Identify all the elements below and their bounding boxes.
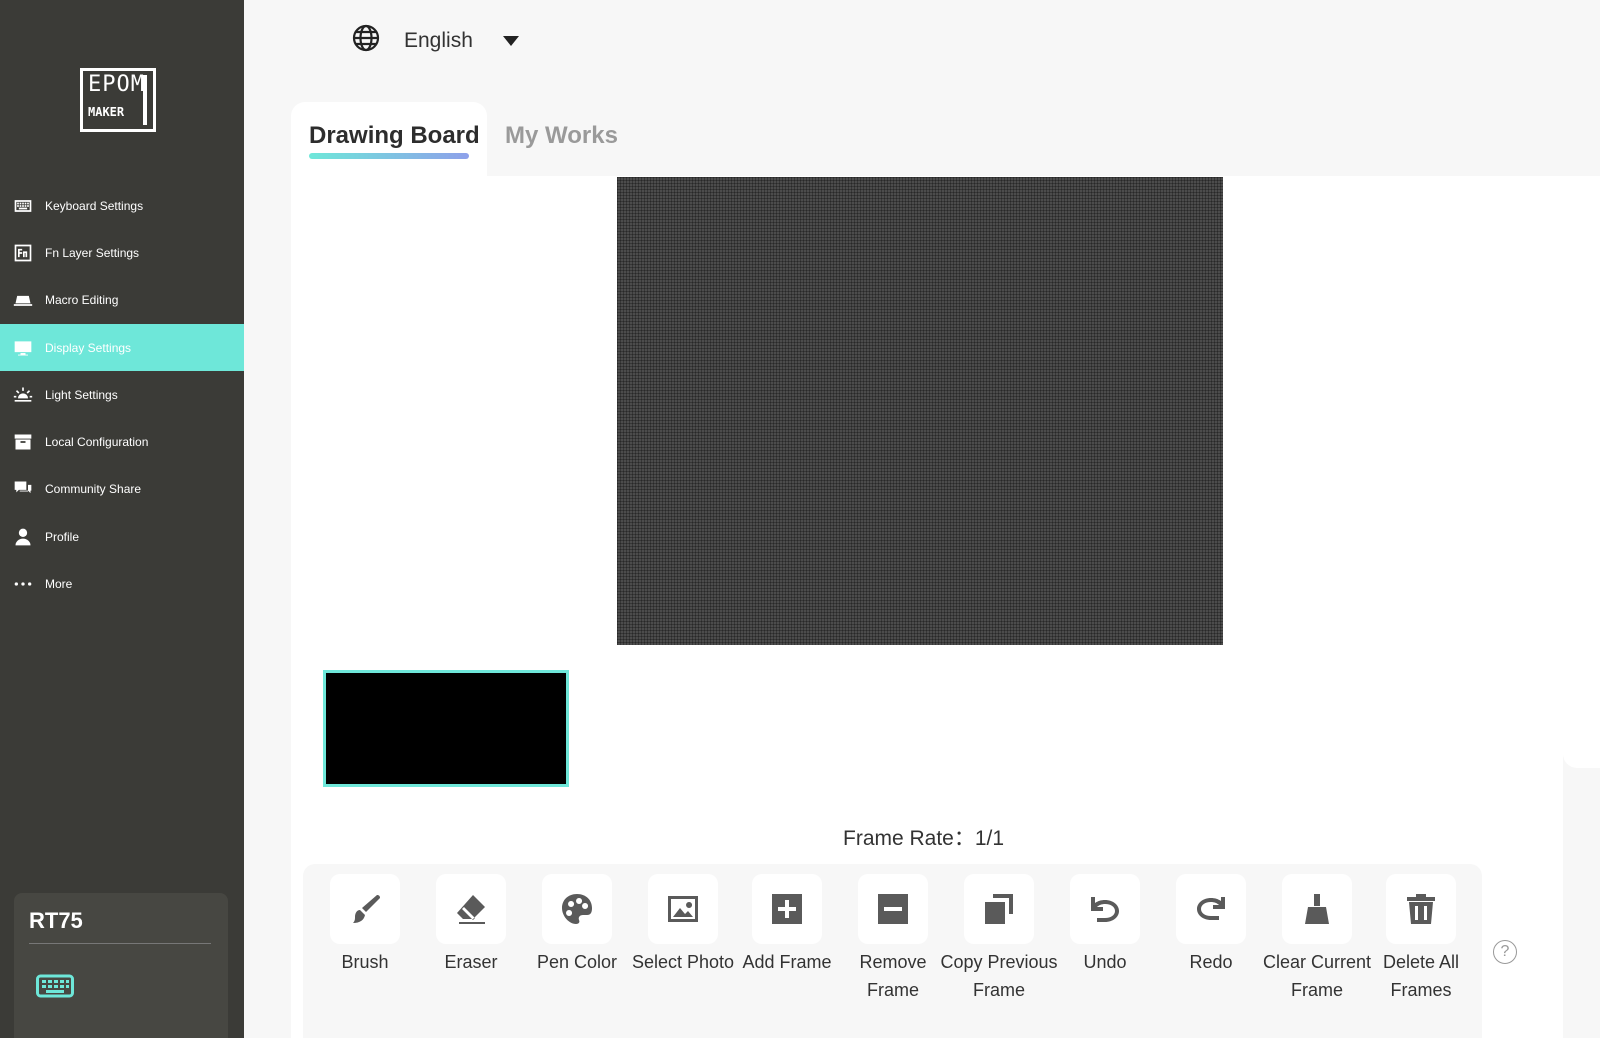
brush-button[interactable]: Brush: [312, 874, 418, 976]
copy-previous-frame-button[interactable]: Copy Previous Frame: [940, 874, 1058, 1004]
tool-label: Undo: [1083, 952, 1127, 972]
tab-drawing-board-label[interactable]: Drawing Board: [309, 122, 480, 150]
device-card[interactable]: RT75: [14, 893, 228, 1038]
sidebar-item-local-configuration[interactable]: Local Configuration: [0, 418, 244, 465]
redo-icon: [1197, 897, 1225, 920]
help-icon[interactable]: ?: [1493, 940, 1517, 964]
plus-square-icon: [772, 894, 802, 924]
side-panel-edge: [1563, 176, 1600, 768]
chat-icon: [12, 478, 34, 500]
fn-icon: [12, 242, 34, 264]
palette-icon: [562, 894, 592, 924]
sidebar-item-keyboard-settings[interactable]: Keyboard Settings: [0, 182, 244, 229]
tool-label: Eraser: [444, 952, 498, 972]
device-divider: [29, 943, 211, 944]
tool-label: Clear Current Frame: [1262, 952, 1372, 1000]
image-icon: [668, 896, 698, 922]
remove-frame-button[interactable]: Remove Frame: [840, 874, 946, 1004]
keyboard-icon: [36, 973, 74, 999]
logo-text-bottom: MAKER: [88, 105, 125, 119]
tab-my-works[interactable]: My Works: [505, 122, 618, 150]
sidebar-item-light-settings[interactable]: Light Settings: [0, 371, 244, 418]
person-icon: [12, 526, 34, 548]
tool-label: Brush: [341, 952, 389, 972]
trash-icon: [1407, 894, 1435, 924]
select-photo-button[interactable]: Select Photo: [630, 874, 736, 976]
sidebar-item-label: Community Share: [45, 482, 142, 497]
tab-active-indicator: [309, 153, 469, 159]
device-name: RT75: [29, 908, 83, 933]
delete-all-frames-button[interactable]: Delete All Frames: [1368, 874, 1474, 1004]
tool-label: Delete All Frames: [1382, 952, 1460, 1000]
tool-label: Remove Frame: [859, 952, 927, 1000]
logo-bar: [143, 75, 147, 125]
sidebar-item-profile[interactable]: Profile: [0, 513, 244, 560]
sidebar-item-label: Fn Layer Settings: [45, 245, 140, 260]
broom-icon: [1305, 894, 1329, 924]
pen-color-button[interactable]: Pen Color: [524, 874, 630, 976]
logo-text-top: EPOM: [88, 72, 145, 97]
redo-button[interactable]: Redo: [1158, 874, 1264, 976]
copy-icon: [985, 894, 1013, 924]
tool-label: Add Frame: [742, 952, 832, 972]
undo-icon: [1091, 897, 1119, 922]
tool-label: Select Photo: [631, 952, 735, 972]
minus-square-icon: [878, 894, 908, 924]
frame-rate: Frame Rate：1/1: [843, 822, 1004, 852]
macro-icon: [12, 289, 34, 311]
sidebar-item-label: Profile: [45, 529, 80, 544]
sidebar-item-community-share[interactable]: Community Share: [0, 466, 244, 513]
frame-rate-label: Frame Rate：: [843, 827, 975, 850]
frame-thumbnail[interactable]: [323, 670, 569, 787]
chevron-down-icon: [502, 35, 519, 46]
frame-rate-value: 1/1: [974, 827, 1005, 850]
sidebar-nav: Keyboard Settings Fn Layer Settings Macr…: [0, 182, 244, 608]
undo-button[interactable]: Undo: [1052, 874, 1158, 976]
sidebar-item-display-settings[interactable]: Display Settings: [0, 323, 244, 372]
archive-icon: [12, 431, 34, 453]
sidebar-item-label: Macro Editing: [45, 293, 119, 308]
drawing-canvas[interactable]: [617, 177, 1223, 645]
language-select[interactable]: English: [352, 24, 519, 57]
keyboard-icon: [12, 195, 34, 217]
sidebar-item-label: Keyboard Settings: [45, 198, 144, 213]
globe-icon: [352, 24, 380, 57]
epomaker-logo: EPOM MAKER: [80, 68, 156, 132]
eraser-icon: [457, 895, 485, 924]
sidebar: EPOM MAKER Keyboard Settings Fn Layer Se…: [0, 0, 244, 1038]
eraser-button[interactable]: Eraser: [418, 874, 524, 976]
clear-current-frame-button[interactable]: Clear Current Frame: [1263, 874, 1371, 1004]
sidebar-item-label: Local Configuration: [45, 435, 149, 450]
tool-label: Pen Color: [536, 952, 618, 972]
sidebar-item-macro-editing[interactable]: Macro Editing: [0, 277, 244, 324]
sidebar-item-label: Light Settings: [45, 387, 118, 402]
more-icon: [12, 573, 34, 595]
monitor-icon: [12, 337, 34, 359]
sidebar-item-more[interactable]: More: [0, 560, 244, 607]
tool-label: Redo: [1189, 952, 1233, 972]
language-value: English: [404, 28, 473, 52]
tool-label: Copy Previous Frame: [940, 952, 1058, 1000]
add-frame-button[interactable]: Add Frame: [734, 874, 840, 976]
brush-icon: [353, 895, 380, 923]
sidebar-item-label: More: [45, 577, 73, 592]
sidebar-item-label: Display Settings: [45, 340, 132, 355]
sidebar-item-fn-layer-settings[interactable]: Fn Layer Settings: [0, 229, 244, 276]
light-icon: [12, 384, 34, 406]
